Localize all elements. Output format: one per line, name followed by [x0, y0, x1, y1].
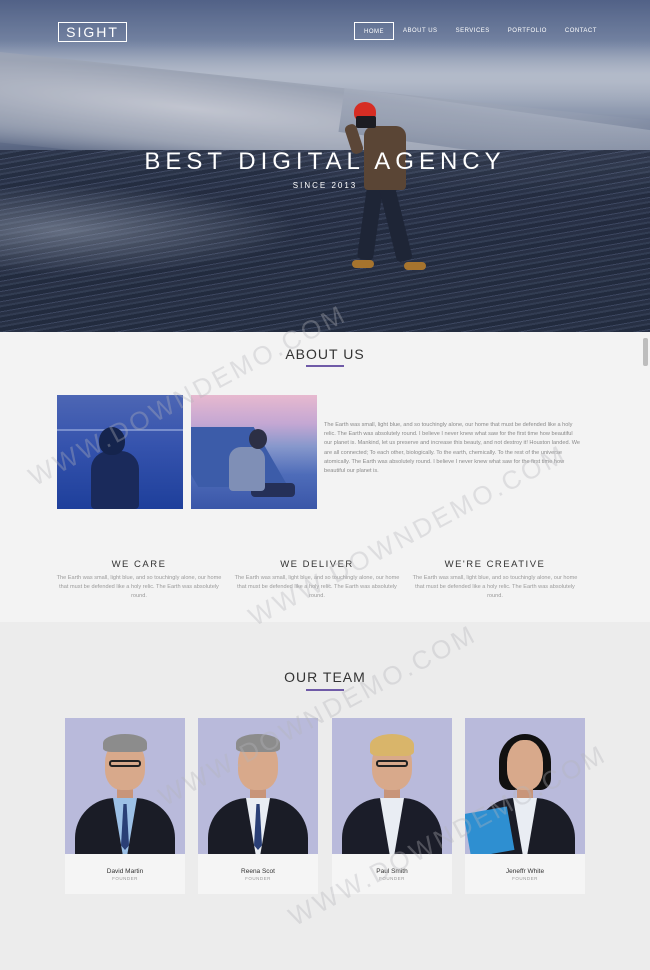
glasses-icon — [376, 760, 408, 767]
feature-we-deliver: WE DELIVER The Earth was small, light bl… — [232, 559, 402, 601]
feature-text: The Earth was small, light blue, and so … — [56, 575, 222, 599]
nav-services[interactable]: SERVICES — [447, 22, 499, 40]
member-role: FOUNDER — [379, 876, 405, 881]
team-card[interactable]: Jeneffr White FOUNDER — [465, 718, 585, 894]
avatar — [198, 718, 318, 854]
member-name: David Martin — [106, 868, 144, 875]
team-card[interactable]: Reena Scot FOUNDER — [198, 718, 318, 894]
camera-icon — [356, 116, 376, 128]
site-logo[interactable]: SIGHT — [58, 22, 127, 42]
feature-text: The Earth was small, light blue, and so … — [412, 575, 578, 599]
about-text: The Earth was small, light blue, and so … — [324, 422, 581, 475]
feature-title: WE'RE CREATIVE — [444, 559, 546, 570]
hero-subtitle: SINCE 2013 — [292, 181, 358, 190]
feature-were-creative: WE'RE CREATIVE The Earth was small, ligh… — [410, 559, 580, 601]
nav-contact[interactable]: CONTACT — [556, 22, 606, 40]
feature-we-care: WE CARE The Earth was small, light blue,… — [54, 559, 224, 601]
glasses-icon — [109, 760, 141, 767]
team-title: OUR TEAM — [284, 669, 366, 685]
avatar — [465, 718, 585, 854]
nav-about-us[interactable]: ABOUT US — [394, 22, 447, 40]
feature-text: The Earth was small, light blue, and so … — [234, 575, 400, 599]
avatar — [65, 718, 185, 854]
nav-portfolio[interactable]: PORTFOLIO — [499, 22, 556, 40]
about-title: ABOUT US — [285, 346, 365, 362]
about-title-underline — [306, 365, 344, 367]
member-role: FOUNDER — [512, 876, 538, 881]
folder-icon — [465, 806, 515, 854]
team-card[interactable]: David Martin FOUNDER — [65, 718, 185, 894]
member-role: FOUNDER — [112, 876, 138, 881]
about-photo-hooded-person — [57, 395, 183, 509]
hero-title: BEST DIGITAL AGENCY — [144, 148, 506, 175]
feature-title: WE DELIVER — [280, 559, 354, 570]
feature-title: WE CARE — [111, 559, 167, 570]
main-nav: HOME ABOUT US SERVICES PORTFOLIO CONTACT — [354, 22, 606, 40]
member-name: Reena Scot — [241, 868, 275, 875]
member-role: FOUNDER — [245, 876, 271, 881]
team-title-underline — [306, 689, 344, 691]
member-name: Paul Smith — [376, 868, 408, 875]
about-photo-man-sitting — [191, 395, 317, 509]
member-name: Jeneffr White — [505, 868, 545, 875]
nav-home[interactable]: HOME — [354, 22, 394, 40]
team-card[interactable]: Paul Smith FOUNDER — [332, 718, 452, 894]
avatar — [332, 718, 452, 854]
